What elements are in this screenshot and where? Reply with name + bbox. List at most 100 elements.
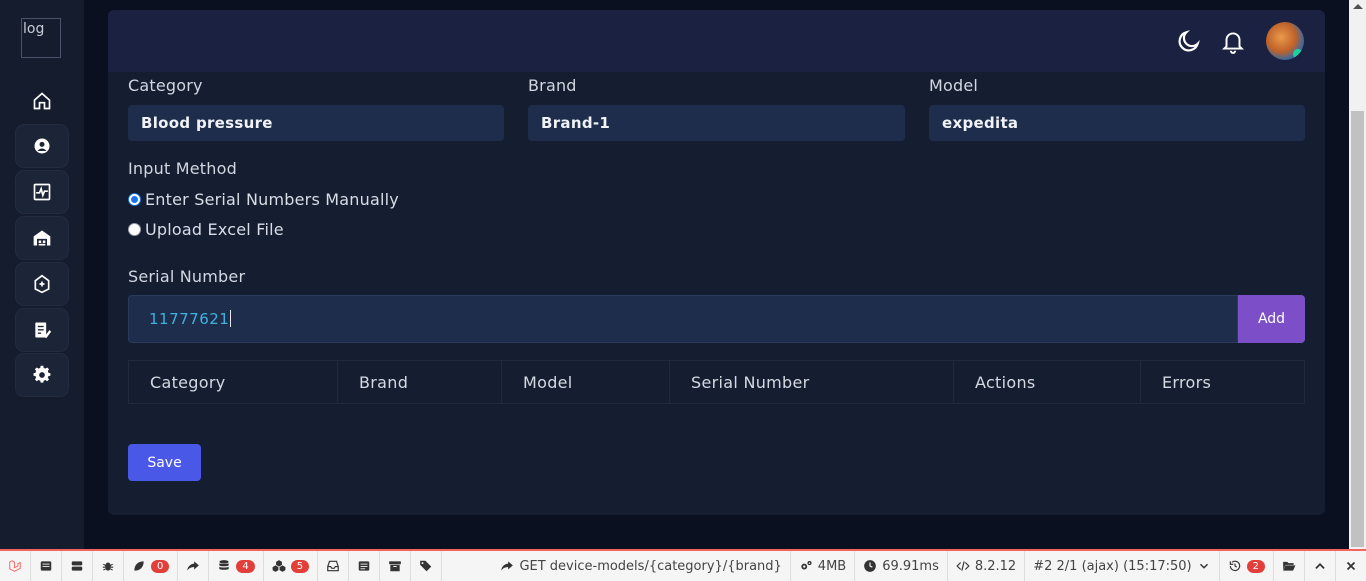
- chevron-down-icon: [1199, 563, 1208, 569]
- bug-icon: [102, 562, 114, 571]
- column-header-actions: Actions: [954, 361, 1141, 403]
- user-circle-icon: [34, 138, 50, 154]
- debugbar: 0 4 5 GET device-models/{category}/{bran…: [0, 549, 1366, 581]
- add-button[interactable]: Add: [1238, 295, 1305, 343]
- column-header-brand: Brand: [338, 361, 502, 403]
- debugbar-timeline[interactable]: [62, 551, 93, 581]
- models-badge: 5: [290, 559, 310, 573]
- model-field[interactable]: expedita: [929, 105, 1305, 141]
- model-label: Model: [929, 76, 979, 95]
- radio-excel-option[interactable]: Upload Excel File: [128, 220, 284, 239]
- document-edit-icon: [35, 322, 52, 339]
- avatar[interactable]: [1266, 22, 1304, 60]
- debugbar-views[interactable]: 0: [124, 551, 179, 581]
- views-badge: 0: [151, 559, 170, 573]
- serial-table-header: Category Brand Model Serial Number Actio…: [128, 360, 1305, 404]
- chevron-up-icon: [1315, 563, 1325, 569]
- server-icon: [71, 561, 83, 571]
- share-icon: [187, 561, 200, 571]
- debugbar-request[interactable]: [411, 551, 443, 581]
- medical-kit-icon: [34, 274, 50, 294]
- brand-label: Brand: [528, 76, 577, 95]
- sidebar-item-home[interactable]: [16, 80, 68, 122]
- radio-manual[interactable]: [128, 193, 141, 206]
- debugbar-gate[interactable]: [349, 551, 381, 581]
- database-icon: [219, 560, 230, 570]
- moon-icon[interactable]: [1176, 28, 1202, 54]
- sidebar-item-medical[interactable]: [16, 263, 68, 305]
- cogs-icon: [801, 561, 812, 570]
- queries-badge: 4: [236, 559, 255, 573]
- save-button[interactable]: Save: [128, 444, 201, 481]
- serial-number-input[interactable]: 11777621: [128, 295, 1238, 343]
- sidebar-item-warehouse[interactable]: [16, 217, 68, 259]
- top-header: [108, 10, 1325, 72]
- history-badge: 2: [1246, 559, 1265, 573]
- debugbar-logo[interactable]: [0, 551, 31, 581]
- debugbar-models[interactable]: 5: [264, 551, 319, 581]
- history-icon: [1229, 560, 1240, 572]
- debugbar-mails[interactable]: [318, 551, 350, 581]
- debugbar-close[interactable]: [1336, 551, 1366, 581]
- debugbar-memory[interactable]: 4MB: [791, 551, 856, 581]
- home-icon: [33, 92, 51, 110]
- leaf-icon: [134, 561, 144, 571]
- column-header-model: Model: [502, 361, 670, 403]
- column-header-category: Category: [129, 361, 338, 403]
- list-icon: [40, 561, 52, 571]
- gear-icon: [33, 365, 51, 383]
- radio-manual-option[interactable]: Enter Serial Numbers Manually: [128, 190, 399, 209]
- scroll-up-arrow-icon[interactable]: [1353, 4, 1363, 9]
- debugbar-messages[interactable]: [31, 551, 62, 581]
- category-field[interactable]: Blood pressure: [128, 105, 504, 141]
- column-header-errors: Errors: [1162, 373, 1212, 392]
- debugbar-route-info[interactable]: GET device-models/{category}/{brand}: [492, 551, 791, 581]
- column-header-serial-number: Serial Number: [670, 361, 954, 403]
- tags-icon: [420, 560, 432, 572]
- debugbar-queries[interactable]: 4: [209, 551, 264, 581]
- debugbar-route[interactable]: [178, 551, 210, 581]
- route-text: GET device-models/{category}/{brand}: [519, 558, 782, 574]
- share-icon: [501, 561, 514, 571]
- bell-icon[interactable]: [1220, 28, 1246, 54]
- warehouse-icon: [33, 230, 51, 246]
- brand-field[interactable]: Brand-1: [528, 105, 905, 141]
- archive-icon: [389, 561, 401, 572]
- inbox-icon: [327, 560, 339, 572]
- laravel-logo-icon: [9, 560, 21, 572]
- input-method-label: Input Method: [128, 159, 237, 178]
- logo[interactable]: log: [21, 18, 61, 58]
- folder-open-icon: [1283, 561, 1296, 571]
- sidebar-item-documents[interactable]: [16, 309, 68, 351]
- debugbar-time[interactable]: 69.91ms: [855, 551, 948, 581]
- main-card: Category Blood pressure Brand Brand-1 Mo…: [108, 10, 1325, 515]
- memory-text: 4MB: [817, 558, 847, 574]
- sidebar-item-settings[interactable]: [16, 354, 68, 396]
- text-caret: [230, 310, 232, 327]
- debugbar-spacer: [442, 551, 492, 581]
- sidebar-item-profile[interactable]: [16, 125, 68, 167]
- scrollbar-thumb[interactable]: [1351, 111, 1364, 547]
- debugbar-history[interactable]: 2: [1220, 551, 1274, 581]
- activity-monitor-icon: [33, 183, 51, 201]
- debugbar-open[interactable]: [1274, 551, 1305, 581]
- serial-number-value: 11777621: [149, 310, 230, 328]
- category-label: Category: [128, 76, 203, 95]
- request-select-text: #2 2/1 (ajax) (15:17:50): [1033, 558, 1192, 574]
- debugbar-session[interactable]: [380, 551, 412, 581]
- php-version-text: 8.2.12: [974, 558, 1017, 574]
- debugbar-exceptions[interactable]: [93, 551, 124, 581]
- debugbar-maximize[interactable]: [1305, 551, 1336, 581]
- debugbar-request-select[interactable]: #2 2/1 (ajax) (15:17:50): [1025, 551, 1220, 581]
- close-icon: [1346, 561, 1356, 571]
- radio-manual-label: Enter Serial Numbers Manually: [145, 190, 399, 209]
- cubes-icon: [272, 560, 286, 572]
- radio-excel[interactable]: [128, 223, 141, 236]
- sidebar: log: [0, 0, 84, 549]
- sidebar-item-monitor[interactable]: [16, 171, 68, 213]
- code-icon: [956, 561, 970, 571]
- debugbar-php-version[interactable]: 8.2.12: [948, 551, 1026, 581]
- radio-excel-label: Upload Excel File: [145, 220, 284, 239]
- serial-number-label: Serial Number: [128, 267, 246, 286]
- time-text: 69.91ms: [882, 558, 939, 574]
